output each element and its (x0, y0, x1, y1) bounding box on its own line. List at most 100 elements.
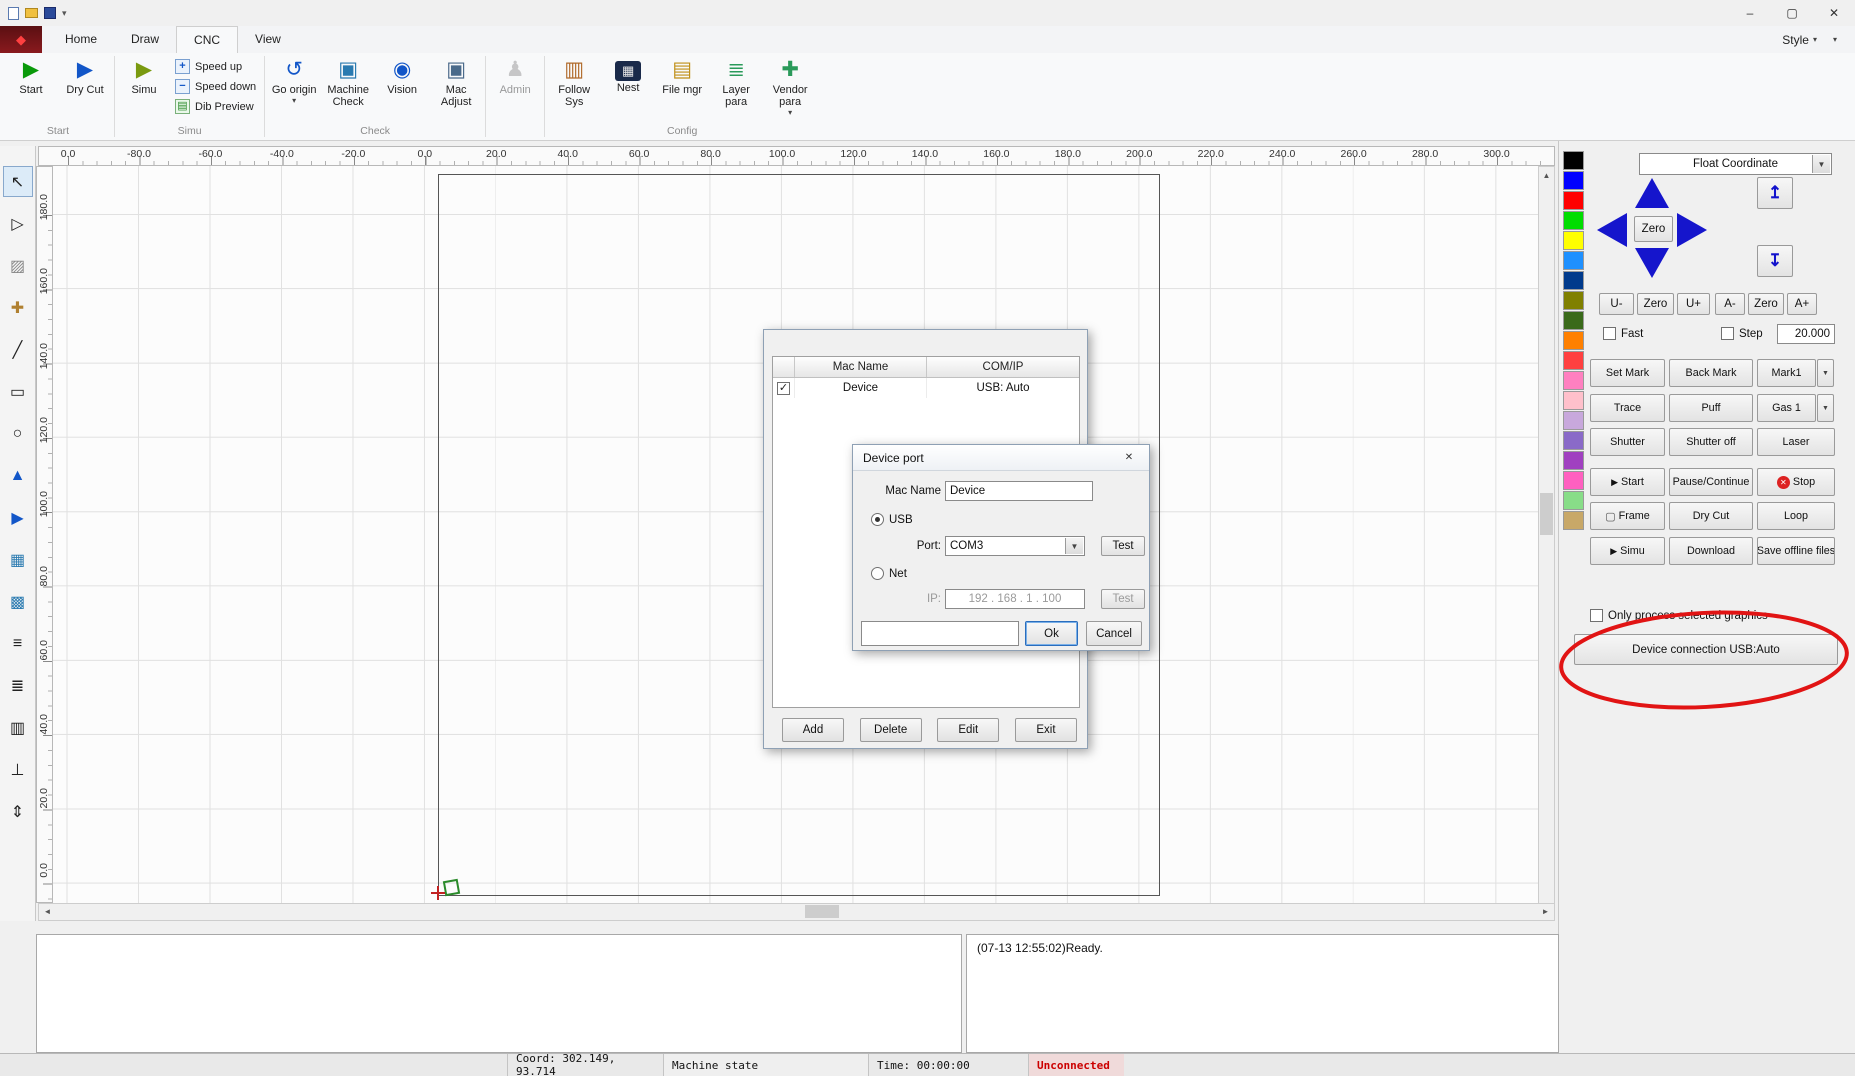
net-radio-button[interactable] (871, 567, 884, 580)
ok-button[interactable]: Ok (1025, 621, 1078, 646)
usb-radio[interactable]: USB (871, 513, 913, 526)
speed-down-button[interactable]: − Speed down (175, 79, 256, 94)
pause-continue-button[interactable]: Pause/Continue (1669, 468, 1753, 496)
step-checkbox-box[interactable] (1721, 327, 1734, 340)
select-tool[interactable]: ↖ (2, 166, 33, 197)
app-menu-button[interactable]: ◆ (0, 26, 42, 53)
loop-button[interactable]: Loop (1757, 502, 1835, 530)
palette-color-2[interactable] (1563, 191, 1584, 210)
tab-home[interactable]: Home (48, 26, 114, 52)
exit-button[interactable]: Exit (1014, 718, 1077, 742)
a-minus-button[interactable]: A- (1715, 293, 1745, 315)
distribute-tool[interactable]: ▥ (3, 712, 33, 743)
dry-cut-button[interactable]: ▶ Dry Cut (58, 55, 112, 121)
nest-button[interactable]: ▦ Nest (601, 55, 655, 121)
palette-color-3[interactable] (1563, 211, 1584, 230)
array-tool[interactable]: ▦ (3, 544, 33, 575)
port-select[interactable]: COM3 ▼ (945, 536, 1085, 556)
simu-button[interactable]: ▶ Simu (1590, 537, 1665, 565)
jog-up-button[interactable] (1635, 178, 1669, 208)
vision-button[interactable]: ◉ Vision (375, 55, 429, 121)
save-icon[interactable] (44, 7, 56, 19)
download-button[interactable]: Download (1669, 537, 1753, 565)
line-tool[interactable]: ╱ (3, 334, 33, 365)
z-up-button[interactable]: ↥ (1757, 177, 1793, 209)
jog-zero-button[interactable]: Zero (1634, 216, 1673, 242)
device-row[interactable]: ✓ Device USB: Auto (773, 378, 1079, 398)
step-value-input[interactable]: 20.000 (1777, 324, 1835, 344)
admin-button[interactable]: ♟ Admin (488, 55, 542, 121)
gas-1-button[interactable]: Gas 1 (1757, 394, 1816, 422)
layer-para-button[interactable]: ≣ Layer para (709, 55, 763, 121)
h-scrollbar[interactable]: ◄ ► (38, 903, 1555, 921)
float-coordinate-select[interactable]: Float Coordinate ▼ (1639, 153, 1832, 175)
follow-sys-button[interactable]: ▥ Follow Sys (547, 55, 601, 121)
step-checkbox[interactable]: Step (1721, 327, 1763, 340)
fast-checkbox-box[interactable] (1603, 327, 1616, 340)
com-ip-column-header[interactable]: COM/IP (927, 357, 1079, 377)
cancel-button[interactable]: Cancel (1086, 621, 1142, 646)
v-scroll-thumb[interactable] (1540, 493, 1553, 535)
mark1-button[interactable]: Mark1 (1757, 359, 1816, 387)
jog-down-button[interactable] (1635, 248, 1669, 278)
palette-color-9[interactable] (1563, 331, 1584, 350)
a-plus-button[interactable]: A+ (1787, 293, 1817, 315)
dry-cut-button[interactable]: Dry Cut (1669, 502, 1753, 530)
mac-adjust-button[interactable]: ▣ Mac Adjust (429, 55, 483, 121)
delete-button[interactable]: Delete (859, 718, 922, 742)
baseline-tool[interactable]: ⊥ (3, 754, 33, 785)
scroll-left-button[interactable]: ◄ (39, 904, 56, 919)
machine-check-button[interactable]: ▣ Machine Check (321, 55, 375, 121)
open-file-icon[interactable] (25, 8, 38, 18)
only-selected-checkbox[interactable]: Only process selected graphics (1590, 609, 1768, 622)
tab-view[interactable]: View (238, 26, 298, 52)
vendor-para-button[interactable]: ✚ Vendor para ▾ (763, 55, 817, 121)
h-scroll-thumb[interactable] (805, 905, 839, 918)
node-edit-tool[interactable]: ▷ (3, 208, 33, 239)
frame-button[interactable]: ▢ Frame (1590, 502, 1665, 530)
port-dropdown-icon[interactable]: ▼ (1065, 538, 1083, 554)
palette-color-1[interactable] (1563, 171, 1584, 190)
speed-up-button[interactable]: + Speed up (175, 59, 256, 74)
ellipse-tool[interactable]: ○ (3, 418, 33, 449)
shutter-off-button[interactable]: Shutter off (1669, 428, 1753, 456)
set-mark-button[interactable]: Set Mark (1590, 359, 1665, 387)
net-radio[interactable]: Net (871, 567, 907, 580)
jog-right-button[interactable] (1677, 213, 1707, 247)
shutter-button[interactable]: Shutter (1590, 428, 1665, 456)
tab-draw[interactable]: Draw (114, 26, 176, 52)
align-left-tool[interactable]: ≡ (3, 628, 33, 659)
maximize-button[interactable]: ▢ (1771, 0, 1813, 26)
back-mark-button[interactable]: Back Mark (1669, 359, 1753, 387)
mac-name-column-header[interactable]: Mac Name (795, 357, 927, 377)
minimize-button[interactable]: – (1729, 0, 1771, 26)
dib-preview-button[interactable]: ▤ Dib Preview (175, 99, 256, 114)
gas-1-dropdown-button[interactable]: ▼ (1817, 394, 1834, 422)
start-button[interactable]: ▶ Start (4, 55, 58, 121)
quick-access-dropdown-icon[interactable]: ▾ (62, 8, 67, 19)
simu-button[interactable]: ▶ Simu (117, 55, 171, 121)
rectangle-tool[interactable]: ▭ (3, 376, 33, 407)
device-connection-button[interactable]: Device connection USB:Auto (1574, 634, 1838, 665)
palette-color-5[interactable] (1563, 251, 1584, 270)
usb-radio-button[interactable] (871, 513, 884, 526)
palette-color-4[interactable] (1563, 231, 1584, 250)
palette-color-6[interactable] (1563, 271, 1584, 290)
go-origin-button[interactable]: ↺ Go origin ▾ (267, 55, 321, 121)
puff-button[interactable]: Puff (1669, 394, 1753, 422)
close-button[interactable]: ✕ (1813, 0, 1855, 26)
u-minus-button[interactable]: U- (1599, 293, 1634, 315)
stop-button[interactable]: ✕ Stop (1757, 468, 1835, 496)
scroll-right-button[interactable]: ► (1537, 904, 1554, 919)
mirror-tool[interactable]: ▲ (3, 460, 33, 491)
z-down-button[interactable]: ↧ (1757, 245, 1793, 277)
new-file-icon[interactable] (8, 6, 19, 20)
laser-button[interactable]: Laser (1757, 428, 1835, 456)
style-menu[interactable]: Style ▾ (1776, 26, 1823, 53)
port-dialog-input[interactable] (861, 621, 1019, 646)
u-plus-button[interactable]: U+ (1677, 293, 1710, 315)
fill-tool[interactable]: ▨ (3, 250, 33, 281)
pan-tool[interactable]: ✚ (3, 292, 33, 323)
device-checkbox[interactable]: ✓ (777, 381, 790, 395)
align-center-tool[interactable]: ≣ (3, 670, 33, 701)
